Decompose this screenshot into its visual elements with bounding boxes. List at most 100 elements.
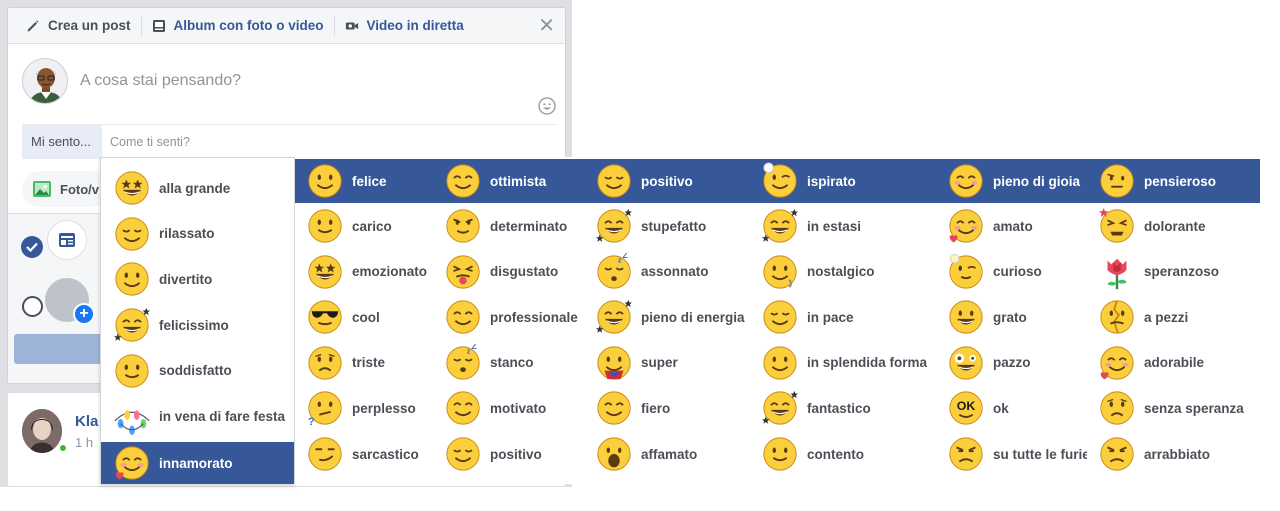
shocked-emoji-icon <box>595 435 633 473</box>
tab-album[interactable]: Album con foto o video <box>142 15 335 36</box>
tab-create-post[interactable]: Crea un post <box>16 15 142 36</box>
wink-emoji-icon <box>761 162 799 200</box>
love-emoji-icon <box>113 444 151 482</box>
tab-live-video[interactable]: Video in diretta <box>335 16 474 36</box>
love-emoji-icon <box>947 207 985 245</box>
feeling-option[interactable]: divertito <box>101 257 294 301</box>
feeling-option[interactable]: nostalgico <box>750 250 936 294</box>
feelings-column: ispirato in estasi nostalgico in pace in spl… <box>750 157 936 484</box>
feeling-option[interactable]: grato <box>936 295 1087 339</box>
tab-album-label: Album con foto o video <box>173 18 324 33</box>
feeling-option[interactable]: emozionato <box>295 250 433 294</box>
feeling-option[interactable]: soddisfatto <box>101 349 294 393</box>
grin-emoji-icon <box>947 298 985 336</box>
feeling-option-label: positivo <box>641 173 693 189</box>
happy-closed-emoji-icon <box>444 298 482 336</box>
feeling-option[interactable]: curioso <box>936 250 1087 294</box>
feed-timestamp[interactable]: 1 h <box>75 435 93 450</box>
feeling-option[interactable]: in pace <box>750 295 936 339</box>
page-background-right <box>572 0 1280 160</box>
feeling-option[interactable]: z Zassonnato <box>584 249 750 294</box>
feeling-option-label: grato <box>993 309 1027 325</box>
feeling-option[interactable]: amato <box>936 204 1087 248</box>
feeling-option[interactable]: triste <box>295 341 433 385</box>
feeling-option[interactable]: arrabbiato <box>1087 432 1260 476</box>
feed-author-name[interactable]: Kla <box>75 413 98 430</box>
feeling-option[interactable]: sarcastico <box>295 432 433 476</box>
feeling-option[interactable]: ? perplesso <box>295 386 433 430</box>
feeling-option[interactable]: in vena di fare festa <box>101 395 294 439</box>
feeling-option[interactable]: ottimista <box>433 159 584 203</box>
feeling-option[interactable]: ispirato <box>750 159 936 203</box>
feeling-option-label: positivo <box>490 446 542 462</box>
publish-button[interactable] <box>14 334 104 364</box>
feeling-option-label: in estasi <box>807 218 862 234</box>
post-input-placeholder[interactable]: A cosa stai pensando? <box>80 72 241 90</box>
feeling-option[interactable]: in estasi <box>750 204 936 248</box>
feeling-option-label: pieno di energia <box>641 309 745 325</box>
smirk-emoji-icon <box>306 435 344 473</box>
close-icon[interactable]: ✕ <box>538 16 555 36</box>
feeling-option-label: ok <box>993 400 1009 416</box>
feeling-option-label: pensieroso <box>1144 173 1217 189</box>
feeling-option[interactable]: determinato <box>433 204 584 248</box>
feeling-option[interactable]: rilassato <box>101 212 294 256</box>
joy-emoji-icon <box>947 162 985 200</box>
feeling-option[interactable]: OK ok <box>936 386 1087 430</box>
add-story-icon[interactable]: + <box>73 303 95 325</box>
feeling-option[interactable]: su tutte le furie <box>936 432 1090 476</box>
feelings-column: pieno di gioia amato curioso grato pazzo OK ok… <box>936 157 1090 484</box>
feeling-option[interactable]: stupefatto <box>584 204 750 248</box>
feeling-option[interactable]: fiero <box>584 386 750 430</box>
sunglasses-emoji-icon <box>306 298 344 336</box>
feeling-option[interactable]: disgustato <box>433 250 584 294</box>
feeling-option[interactable]: contento <box>750 432 936 476</box>
feeling-option[interactable]: pazzo <box>936 341 1087 385</box>
smile-emoji-icon <box>761 435 799 473</box>
feeling-option[interactable]: motivato <box>433 386 584 430</box>
feeling-option-label: soddisfatto <box>159 363 232 379</box>
feeling-option[interactable]: pieno di gioia <box>936 159 1087 203</box>
feeling-option-label: triste <box>352 355 386 371</box>
checkbox-checked-icon[interactable] <box>21 236 43 258</box>
feeling-option[interactable]: z Zstanco <box>433 341 584 385</box>
feeling-option[interactable]: positivo <box>433 432 584 476</box>
rose-emoji-icon <box>1098 253 1136 291</box>
emoji-picker-icon[interactable] <box>538 97 556 115</box>
feeling-option-label: divertito <box>159 271 213 287</box>
feeling-option[interactable]: positivo <box>584 159 750 203</box>
pencil-icon <box>26 19 40 33</box>
feeling-option-label: emozionato <box>352 264 428 280</box>
feeling-option[interactable]: cool <box>295 295 433 339</box>
relieved-emoji-icon <box>113 215 151 253</box>
feeling-option[interactable]: carico <box>295 204 433 248</box>
feeling-option-label: sarcastico <box>352 446 419 462</box>
feeling-option[interactable]: felicissimo <box>101 303 294 347</box>
feeling-option[interactable]: senza speranza <box>1087 386 1260 430</box>
smile-emoji-icon <box>113 352 151 390</box>
online-status-icon <box>58 443 68 453</box>
feeling-option[interactable]: speranzoso <box>1087 250 1260 294</box>
album-icon <box>152 19 166 33</box>
tab-create-post-label: Crea un post <box>48 18 131 33</box>
radio-unchecked-icon[interactable] <box>22 296 43 317</box>
feeling-option[interactable]: professionale <box>433 295 584 339</box>
feeling-input[interactable]: Come ti senti? <box>110 125 550 159</box>
feeling-option[interactable]: felice <box>295 159 433 203</box>
feed-avatar <box>22 409 62 453</box>
feeling-option[interactable]: affamato <box>584 432 750 476</box>
feeling-option[interactable]: in splendida forma <box>750 341 936 385</box>
feeling-option[interactable]: innamorato <box>101 442 294 484</box>
photo-video-button[interactable]: Foto/v <box>22 171 112 207</box>
feeling-option[interactable]: dolorante <box>1087 204 1260 248</box>
feeling-option[interactable]: pensieroso <box>1087 159 1260 203</box>
feeling-option-label: rilassato <box>159 226 215 242</box>
feeling-option[interactable]: adorabile <box>1087 341 1260 385</box>
feeling-option[interactable]: pieno di energia <box>584 295 750 339</box>
feeling-option[interactable]: alla grande <box>101 166 294 210</box>
feeling-option[interactable]: super <box>584 341 750 385</box>
photo-video-label: Foto/v <box>60 181 99 197</box>
party-lights-emoji-icon <box>113 398 151 436</box>
feeling-option[interactable]: fantastico <box>750 386 936 430</box>
feeling-option[interactable]: a pezzi <box>1087 295 1260 339</box>
